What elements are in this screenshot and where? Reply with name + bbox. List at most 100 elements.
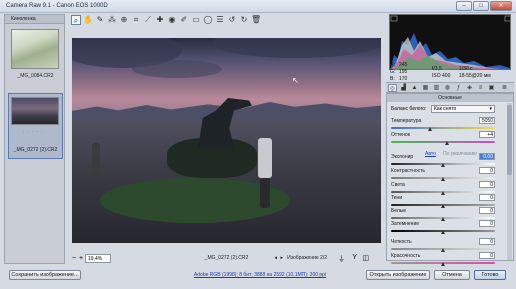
filter-icon[interactable]: ⏚ (338, 254, 345, 264)
panel-menu-icon[interactable]: ≣ (500, 84, 509, 92)
slider-knob[interactable] (441, 248, 445, 252)
tab-fx-icon[interactable]: ƒ (454, 84, 463, 92)
slider-value[interactable]: 0,00 (479, 153, 495, 160)
tint-knob[interactable] (445, 141, 449, 145)
red-eye-icon[interactable]: ◉ (167, 15, 177, 25)
slider-value[interactable]: 0 (479, 220, 495, 227)
tab-hsl-icon[interactable]: ▦ (421, 84, 430, 92)
trash-icon[interactable]: 🗑 (251, 15, 261, 25)
panel-scrollbar[interactable] (507, 103, 512, 260)
rating-stars[interactable]: · · · · · (23, 129, 43, 134)
crop-icon[interactable]: ⌗ (131, 15, 141, 25)
r-label: R: (390, 62, 395, 68)
r-value: 245 (399, 62, 408, 68)
tab-camera-calibration-icon[interactable]: ◈ (465, 84, 474, 92)
graduated-filter-icon[interactable]: ▭ (191, 15, 201, 25)
rotate-right-icon[interactable]: ↻ (239, 15, 249, 25)
zoom-tool-icon[interactable]: ⌕ (71, 15, 81, 25)
cancel-button[interactable]: Отмена (434, 270, 470, 280)
adjustment-brush-icon[interactable]: ✐ (179, 15, 189, 25)
tab-presets-icon[interactable]: ≡ (476, 84, 485, 92)
white-balance-icon[interactable]: ✎ (95, 15, 105, 25)
temperature-knob[interactable] (428, 127, 432, 131)
slider-value[interactable]: 0 (479, 252, 495, 259)
slider-label: Контрастность (391, 168, 426, 174)
temperature-label: Температура (391, 118, 422, 124)
person-legs (260, 178, 270, 208)
preferences-icon[interactable]: ☰ (215, 15, 225, 25)
tab-basic-icon[interactable]: ◎ (388, 84, 397, 92)
default-link: По умолчанию (443, 151, 477, 157)
thumbnail-2-caption: _MG_0272 (2).CR2 (13, 147, 58, 153)
slider-value[interactable]: 0 (479, 181, 495, 188)
slider-label: Красочность (391, 253, 421, 259)
chevron-down-icon: ▾ (489, 106, 492, 112)
hand-tool-icon[interactable]: ✋ (83, 15, 93, 25)
temperature-slider[interactable] (391, 127, 495, 129)
tint-label: Оттенок (391, 132, 410, 138)
radial-filter-icon[interactable]: ◯ (203, 15, 213, 25)
cursor-icon: ↖ (292, 76, 299, 85)
window-title: Camera Raw 9.1 - Canon EOS 1000D (6, 3, 108, 9)
slider-knob[interactable] (441, 217, 445, 221)
color-sampler-icon[interactable]: ⁂ (107, 15, 117, 25)
filmstrip-header[interactable]: Киноленка (5, 15, 64, 24)
slider-label: Четкость (391, 239, 412, 245)
thumbnail-2[interactable] (11, 97, 59, 125)
temperature-value[interactable]: 5050 (479, 117, 495, 124)
person (92, 143, 100, 173)
slider-knob[interactable] (441, 230, 445, 234)
g-label: G: (390, 69, 396, 75)
tint-value[interactable]: +4 (479, 131, 495, 138)
slider-knob[interactable] (441, 163, 445, 167)
auto-link[interactable]: Авто (425, 151, 436, 157)
rotate-left-icon[interactable]: ↺ (227, 15, 237, 25)
panel-tabs: ◎ ▟ ▲ ▦ ▥ ◍ ƒ ◈ ≡ ▣ ≣ (386, 82, 514, 93)
spot-removal-icon[interactable]: ✚ (155, 15, 165, 25)
slider-knob[interactable] (441, 191, 445, 195)
aperture: f/3,5 (432, 66, 442, 72)
minimize-button[interactable]: – (456, 1, 472, 11)
slider-value[interactable]: 0 (479, 167, 495, 174)
slider-value[interactable]: 0 (479, 207, 495, 214)
title-bar: Camera Raw 9.1 - Canon EOS 1000D – □ ✕ (0, 0, 516, 13)
slider-knob[interactable] (441, 204, 445, 208)
slider-label: Белые (391, 208, 407, 214)
thumbnail-1[interactable] (11, 29, 59, 69)
slider-label: Света (391, 182, 405, 188)
panel-title: Основные (387, 94, 513, 102)
slider-knob[interactable] (441, 177, 445, 181)
workflow-options-link[interactable]: Adobe RGB (1998); 8 бит; 3888 на 2592 (1… (150, 272, 370, 278)
settings-view-icon[interactable]: ◫ (362, 254, 369, 262)
person (258, 138, 272, 178)
target-adjust-icon[interactable]: ⊕ (119, 15, 129, 25)
slider-knob[interactable] (441, 262, 445, 266)
next-image-icon[interactable]: ▸ (280, 255, 283, 261)
scrollbar-thumb[interactable] (507, 105, 512, 175)
image-preview[interactable]: ↖ (72, 38, 381, 243)
white-balance-select[interactable]: Как снято ▾ (431, 105, 495, 113)
tab-tone-curve-icon[interactable]: ▟ (399, 84, 408, 92)
tab-detail-icon[interactable]: ▲ (410, 84, 419, 92)
wb-value: Как снято (434, 106, 457, 112)
wb-label: Баланс белого: (391, 106, 427, 112)
slider-value[interactable]: 0 (479, 194, 495, 201)
maximize-button[interactable]: □ (473, 1, 489, 11)
g-value: 195 (399, 69, 408, 75)
straighten-icon[interactable]: ⟋ (143, 15, 153, 25)
close-button[interactable]: ✕ (490, 1, 512, 11)
slider-label: Затемнение (391, 221, 420, 227)
save-image-button[interactable]: Сохранить изображение... (9, 270, 81, 280)
tab-split-toning-icon[interactable]: ▥ (432, 84, 441, 92)
open-image-button[interactable]: Открыть изображение (366, 270, 430, 280)
shutter: 1/30 с (459, 66, 473, 72)
prev-image-icon[interactable]: ◂ (274, 255, 277, 261)
done-button[interactable]: Готово (474, 270, 506, 280)
before-after-icon[interactable]: Y (352, 254, 357, 261)
slider-label: Тени (391, 195, 403, 201)
tab-lens-icon[interactable]: ◍ (443, 84, 452, 92)
slider-value[interactable]: 0 (479, 238, 495, 245)
cloud (132, 60, 222, 78)
tab-snapshots-icon[interactable]: ▣ (487, 84, 496, 92)
tint-slider[interactable] (391, 141, 495, 143)
